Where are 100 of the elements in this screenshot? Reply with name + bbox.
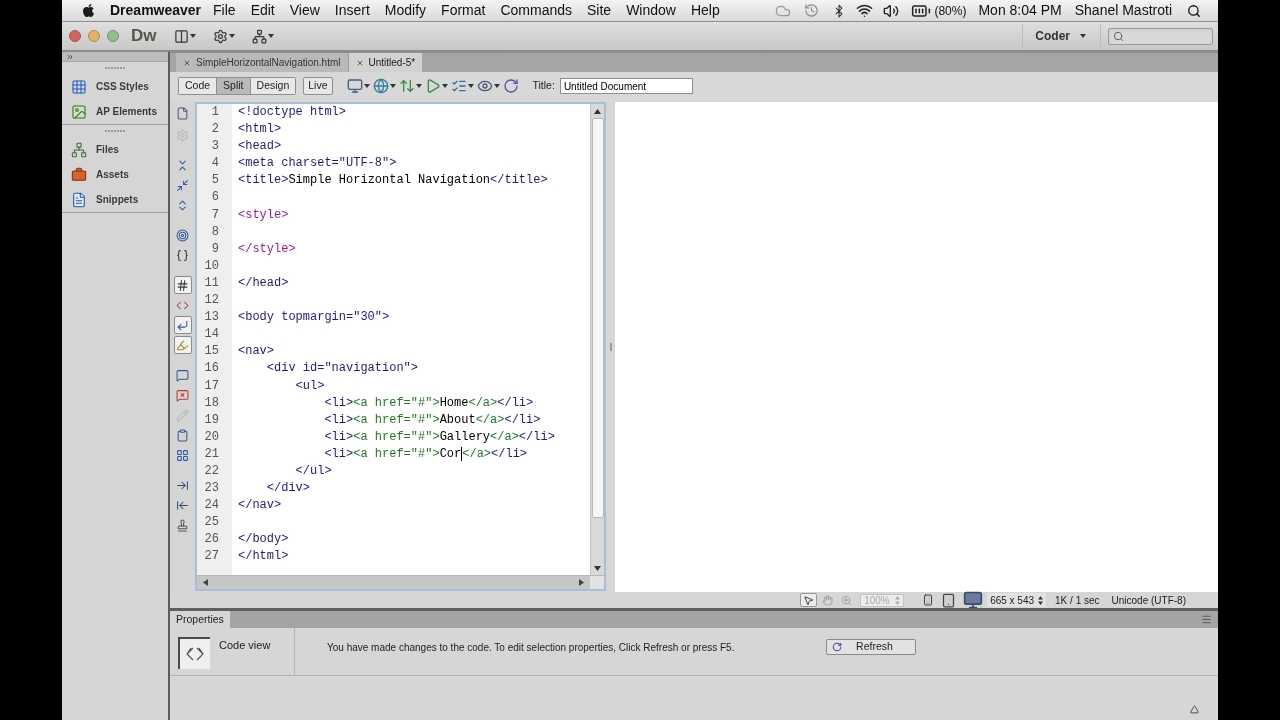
double-chevron-icon[interactable]: [66, 52, 74, 61]
refresh-button[interactable]: Refresh: [826, 639, 916, 655]
menu-item[interactable]: Help: [690, 0, 720, 21]
search-icon[interactable]: [1187, 3, 1201, 18]
panel-item[interactable]: Files: [62, 137, 168, 162]
caret-icon[interactable]: [189, 34, 196, 38]
scrollbar-corner: [590, 576, 604, 589]
code-line: <title>Simple Horizontal Navigation</title>: [238, 172, 548, 190]
properties-tab[interactable]: Properties: [170, 611, 230, 628]
workspace-switcher[interactable]: Coder: [1035, 27, 1086, 45]
horizontal-scrollbar[interactable]: [197, 576, 590, 589]
apple-icon[interactable]: [81, 3, 96, 18]
menu-item[interactable]: Site: [587, 0, 612, 21]
panel-item[interactable]: CSS Styles: [62, 74, 168, 99]
caret-icon[interactable]: [467, 84, 474, 88]
search-icon: [1113, 30, 1124, 42]
menu-item[interactable]: Format: [441, 0, 486, 21]
grid-icon: [71, 78, 87, 95]
menu-item[interactable]: Window: [626, 0, 676, 21]
caret-icon[interactable]: [267, 34, 274, 38]
caret-icon[interactable]: [389, 84, 396, 88]
code-editor[interactable]: [195, 102, 606, 591]
menu-item[interactable]: File: [213, 0, 236, 21]
close-icon[interactable]: [183, 58, 191, 67]
line-number: 15: [204, 344, 219, 359]
line-number: 4: [211, 156, 219, 171]
caret-icon[interactable]: [493, 84, 500, 88]
title-field[interactable]: Untitled Document: [559, 78, 693, 94]
target-icon[interactable]: [173, 226, 192, 244]
sitemap-icon[interactable]: [251, 28, 267, 44]
caret-icon[interactable]: [228, 34, 235, 38]
grip-icon[interactable]: [609, 343, 612, 351]
caret-icon[interactable]: [1080, 34, 1086, 38]
live-button[interactable]: Live: [303, 77, 333, 95]
panel-item[interactable]: AP Elements: [62, 99, 168, 124]
highlighter-icon[interactable]: [173, 336, 192, 354]
menu-item[interactable]: Insert: [334, 0, 370, 21]
tablet-icon[interactable]: [941, 592, 957, 608]
view-button[interactable]: Split: [216, 78, 250, 94]
vertical-scrollbar[interactable]: [590, 104, 604, 575]
phone-icon[interactable]: [922, 594, 935, 606]
panel-item[interactable]: Snippets: [62, 187, 168, 212]
menu-icon[interactable]: [1201, 614, 1212, 625]
user-name[interactable]: Shanel Mastroti: [1074, 0, 1172, 21]
line-number: 24: [204, 498, 219, 513]
document-tab[interactable]: Untitled-5*: [348, 53, 423, 72]
menu-item[interactable]: Modify: [384, 0, 427, 21]
line-number: 2: [211, 122, 219, 137]
line-number: 3: [211, 139, 219, 154]
line-number: 23: [204, 481, 219, 496]
menu-item[interactable]: Commands: [500, 0, 573, 21]
volume-icon[interactable]: [883, 2, 900, 19]
right-arrow-icon[interactable]: [579, 579, 584, 586]
layout-icon[interactable]: [173, 28, 189, 44]
view-button[interactable]: Design: [249, 78, 296, 94]
line-number: 1: [211, 105, 219, 119]
line-number: 21: [204, 446, 219, 461]
line-number: 7: [211, 207, 219, 222]
refresh-icon[interactable]: [502, 78, 519, 94]
refresh-icon: [832, 642, 842, 652]
code-line: </html>: [238, 548, 289, 566]
line-number: 12: [204, 293, 219, 308]
caret-icon[interactable]: [441, 84, 448, 88]
line-number: 11: [204, 275, 219, 290]
code-line: <!doctype html>: [238, 104, 347, 121]
line-number: 27: [204, 549, 219, 564]
triangle-icon[interactable]: [1190, 705, 1199, 714]
left-arrow-icon[interactable]: [203, 579, 208, 586]
app-menu[interactable]: Dreamweaver: [110, 0, 202, 21]
pointer-icon[interactable]: [800, 593, 818, 607]
code-line: </nav>: [238, 497, 282, 515]
code-line: <div id="navigation">: [266, 360, 419, 378]
close-icon[interactable]: [355, 58, 364, 67]
menu-clock[interactable]: Mon 8:04 PM: [978, 0, 1062, 21]
properties-message: You have made changes to the code. To edit selection properties, Click Refresh or press F5.: [327, 641, 736, 655]
encoding-label: Unicode (UTF-8): [1111, 593, 1186, 608]
code-line: <html>: [238, 121, 282, 139]
line-number: 22: [204, 463, 219, 478]
monitor-icon[interactable]: [346, 78, 363, 94]
line-number: 10: [204, 258, 219, 273]
caret-icon[interactable]: [415, 84, 422, 88]
view-button[interactable]: Code: [179, 78, 217, 94]
line-number: 17: [204, 378, 219, 393]
panel-item[interactable]: Assets: [62, 162, 168, 187]
checklist-icon[interactable]: [450, 78, 467, 94]
eye-icon[interactable]: [476, 78, 493, 94]
monitor-icon[interactable]: [963, 590, 984, 610]
close-button[interactable]: [69, 30, 81, 42]
window-size-dropdown[interactable]: 665 x 543: [987, 593, 1047, 607]
code-line: </style>: [238, 240, 296, 258]
line-number: 20: [204, 429, 219, 444]
hash-icon[interactable]: [173, 276, 192, 294]
menu-item[interactable]: View: [289, 0, 320, 21]
gear-icon[interactable]: [212, 28, 228, 44]
wifi-icon[interactable]: [856, 2, 874, 19]
search-field[interactable]: [1108, 27, 1213, 45]
caret-icon[interactable]: [363, 84, 370, 88]
menu-item[interactable]: Edit: [250, 0, 275, 21]
document-tab[interactable]: SimpleHorizontalNavigation.html: [176, 53, 349, 72]
history-icon[interactable]: [804, 3, 820, 18]
